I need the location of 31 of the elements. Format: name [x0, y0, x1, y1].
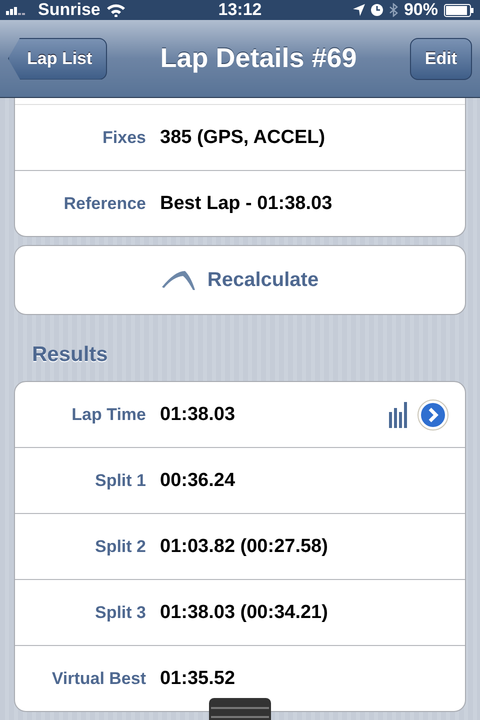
edit-button[interactable]: Edit — [410, 38, 472, 80]
row-label: Split 2 — [94, 536, 146, 556]
carrier-name: Sunrise — [38, 0, 100, 20]
row-value: 385 (GPS, ACCEL) — [160, 126, 326, 148]
back-button[interactable]: Lap List — [8, 38, 108, 80]
row-value: 01:38.03 — [160, 404, 236, 426]
status-time: 13:12 — [218, 0, 262, 20]
recalculate-button[interactable]: Recalculate — [14, 245, 466, 315]
row-value: 01:38.03 (00:34.21) — [160, 602, 329, 624]
row-label: Split 3 — [94, 602, 146, 622]
section-header: Results — [31, 343, 108, 367]
location-arrow-icon — [352, 4, 365, 16]
clock-icon — [370, 4, 383, 16]
row-value: Best Lap - 01:38.03 — [160, 192, 334, 214]
drawer-handle[interactable] — [209, 698, 271, 720]
row-label: Split 1 — [94, 470, 146, 490]
bluetooth-icon — [388, 3, 398, 17]
row-value: 01:35.52 — [160, 668, 236, 690]
row-value: 01:03.82 (00:27.58) — [160, 536, 329, 558]
screen-title: Lap Details #69 — [160, 43, 357, 74]
disclosure-button[interactable] — [417, 398, 449, 430]
row-value: 00:36.24 — [160, 470, 236, 492]
row-label: Virtual Best — [50, 668, 146, 688]
row-label: Fixes — [102, 128, 146, 148]
bar-chart-icon[interactable] — [389, 402, 409, 428]
arch-icon — [161, 269, 198, 291]
battery-percent: 90% — [404, 0, 438, 20]
battery-icon — [444, 4, 474, 16]
wifi-icon — [106, 3, 126, 17]
row-label: Reference — [62, 194, 146, 214]
row-label: Lap Time — [70, 404, 146, 424]
